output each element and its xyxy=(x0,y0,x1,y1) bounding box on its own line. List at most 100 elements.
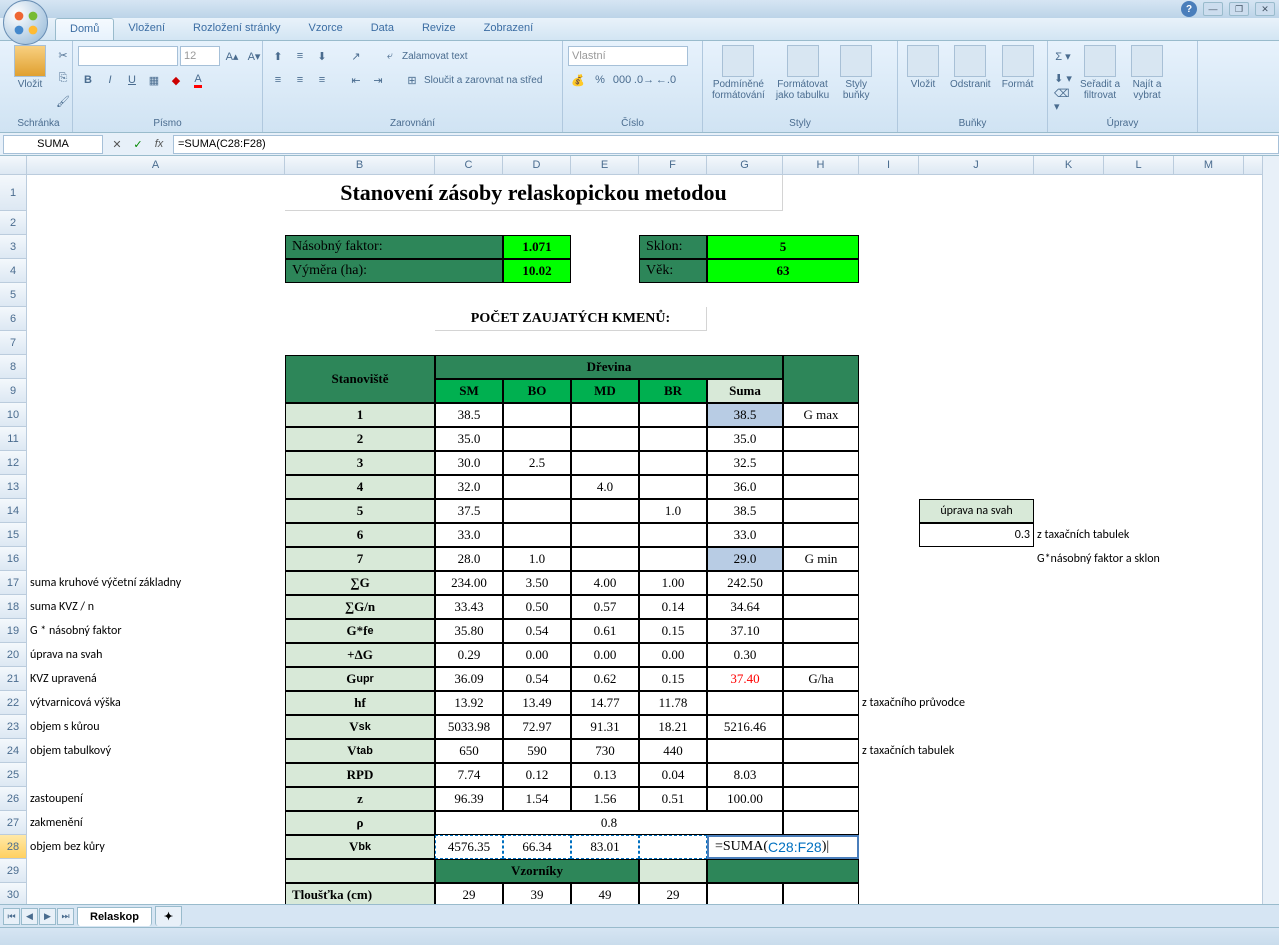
cell-C21[interactable]: 36.09 xyxy=(435,667,503,691)
cell-A18[interactable]: suma KVZ / n xyxy=(27,595,285,619)
tab-nav-last[interactable]: ⏭ xyxy=(57,908,74,925)
col-header-F[interactable]: F xyxy=(639,156,707,174)
cell-C25[interactable]: 7.74 xyxy=(435,763,503,787)
cell-A20[interactable]: úprava na svah xyxy=(27,643,285,667)
cell-H22[interactable] xyxy=(783,691,859,715)
row-header-2[interactable]: 2 xyxy=(0,211,27,235)
sheet-tab-new[interactable]: ✦ xyxy=(155,906,182,926)
cell-F12[interactable] xyxy=(639,451,707,475)
cell-C20[interactable]: 0.29 xyxy=(435,643,503,667)
percent-button[interactable]: % xyxy=(590,70,610,90)
cell-D28[interactable]: 66.34 xyxy=(503,835,571,859)
cell-G16[interactable]: 29.0 xyxy=(707,547,783,571)
cell-B26[interactable]: z xyxy=(285,787,435,811)
cancel-formula-button[interactable]: ✕ xyxy=(108,135,126,153)
cell-F9[interactable]: BR xyxy=(639,379,707,403)
cell-D14[interactable] xyxy=(503,499,571,523)
name-box[interactable] xyxy=(3,135,103,154)
vertical-scrollbar[interactable] xyxy=(1262,156,1279,915)
cell-H16[interactable]: G min xyxy=(783,547,859,571)
cell-B23[interactable]: Vsk xyxy=(285,715,435,739)
cell-C10[interactable]: 38.5 xyxy=(435,403,503,427)
cell-G22[interactable] xyxy=(707,691,783,715)
cell-A27[interactable]: zakmenění xyxy=(27,811,285,835)
cell-E28[interactable]: 83.01 xyxy=(571,835,639,859)
cell-F23[interactable]: 18.21 xyxy=(639,715,707,739)
cell-G17[interactable]: 242.50 xyxy=(707,571,783,595)
fill-button[interactable]: ⬇ ▾ xyxy=(1053,68,1073,88)
cell-D11[interactable] xyxy=(503,427,571,451)
cell-B17[interactable]: ∑G xyxy=(285,571,435,595)
cell-F26[interactable]: 0.51 xyxy=(639,787,707,811)
cell-G24[interactable] xyxy=(707,739,783,763)
cell-G15[interactable]: 33.0 xyxy=(707,523,783,547)
align-left-button[interactable]: ≡ xyxy=(268,70,288,90)
cell-E25[interactable]: 0.13 xyxy=(571,763,639,787)
row-header-5[interactable]: 5 xyxy=(0,283,27,307)
cell-D9[interactable]: BO xyxy=(503,379,571,403)
sort-filter-button[interactable]: Seřadit a filtrovat xyxy=(1076,43,1124,103)
row-header-25[interactable]: 25 xyxy=(0,763,27,787)
cell-H10[interactable]: G max xyxy=(783,403,859,427)
tab-home[interactable]: Domů xyxy=(55,18,114,40)
cell-B19[interactable]: G*fe xyxy=(285,619,435,643)
cell-C6[interactable]: POČET ZAUJATÝCH KMENŮ: xyxy=(435,307,707,331)
select-all-corner[interactable] xyxy=(0,156,27,174)
cell-G26[interactable]: 100.00 xyxy=(707,787,783,811)
cell-E26[interactable]: 1.56 xyxy=(571,787,639,811)
cell-B28[interactable]: Vbk xyxy=(285,835,435,859)
cell-G29[interactable] xyxy=(707,859,859,883)
merge-button[interactable]: ⊞ xyxy=(402,70,422,90)
align-center-button[interactable]: ≡ xyxy=(290,70,310,90)
cell-H15[interactable] xyxy=(783,523,859,547)
shrink-font-button[interactable]: A▾ xyxy=(244,46,264,66)
cell-B27[interactable]: ρ xyxy=(285,811,435,835)
cell-F11[interactable] xyxy=(639,427,707,451)
cell-E18[interactable]: 0.57 xyxy=(571,595,639,619)
col-header-A[interactable]: A xyxy=(27,156,285,174)
cell-G10[interactable]: 38.5 xyxy=(707,403,783,427)
row-header-13[interactable]: 13 xyxy=(0,475,27,499)
cell-G28[interactable]: =SUMA(C28:F28)| xyxy=(707,835,859,859)
cell-H17[interactable] xyxy=(783,571,859,595)
cell-B29[interactable] xyxy=(285,859,435,883)
cell-A19[interactable]: G * násobný faktor xyxy=(27,619,285,643)
bold-button[interactable]: B xyxy=(78,70,98,90)
cell-B8[interactable]: Stanoviště xyxy=(285,355,435,403)
cell-G21[interactable]: 37.40 xyxy=(707,667,783,691)
cell-G9[interactable]: Suma xyxy=(707,379,783,403)
cell-H11[interactable] xyxy=(783,427,859,451)
row-header-7[interactable]: 7 xyxy=(0,331,27,355)
cell-J14[interactable]: úprava na svah xyxy=(919,499,1034,523)
col-header-G[interactable]: G xyxy=(707,156,783,174)
row-header-8[interactable]: 8 xyxy=(0,355,27,379)
tab-view[interactable]: Zobrazení xyxy=(470,18,548,40)
currency-button[interactable]: 💰 xyxy=(568,70,588,90)
cell-F28[interactable] xyxy=(639,835,707,859)
cell-C12[interactable]: 30.0 xyxy=(435,451,503,475)
cell-F4[interactable]: Věk: xyxy=(639,259,707,283)
help-button[interactable]: ? xyxy=(1181,1,1197,17)
cell-E22[interactable]: 14.77 xyxy=(571,691,639,715)
cell-F21[interactable]: 0.15 xyxy=(639,667,707,691)
format-cells-button[interactable]: Formát xyxy=(998,43,1038,92)
cell-F22[interactable]: 11.78 xyxy=(639,691,707,715)
cell-E14[interactable] xyxy=(571,499,639,523)
office-button[interactable] xyxy=(3,0,48,45)
cell-C15[interactable]: 33.0 xyxy=(435,523,503,547)
cell-H8[interactable] xyxy=(783,355,859,403)
cell-D26[interactable]: 1.54 xyxy=(503,787,571,811)
cell-H27[interactable] xyxy=(783,811,859,835)
row-header-22[interactable]: 22 xyxy=(0,691,27,715)
row-header-21[interactable]: 21 xyxy=(0,667,27,691)
col-header-D[interactable]: D xyxy=(503,156,571,174)
cell-D13[interactable] xyxy=(503,475,571,499)
wrap-text-button[interactable]: ⤶ xyxy=(380,46,400,66)
tab-insert[interactable]: Vložení xyxy=(114,18,179,40)
cell-B21[interactable]: Gupr xyxy=(285,667,435,691)
cell-E9[interactable]: MD xyxy=(571,379,639,403)
col-header-C[interactable]: C xyxy=(435,156,503,174)
copy-button[interactable]: ⎘ xyxy=(53,68,73,88)
cell-B18[interactable]: ∑G/n xyxy=(285,595,435,619)
row-header-10[interactable]: 10 xyxy=(0,403,27,427)
